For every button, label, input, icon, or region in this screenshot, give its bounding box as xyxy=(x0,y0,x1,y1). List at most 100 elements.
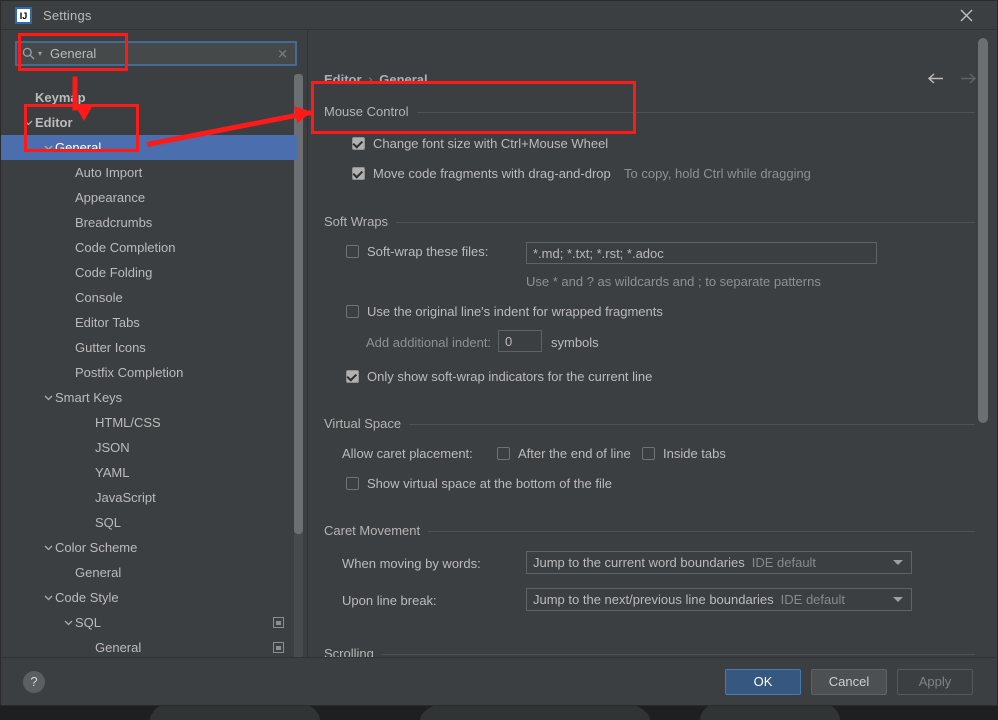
checkbox-label: Move code fragments with drag-and-drop xyxy=(373,166,611,181)
sidebar-item-label: JSON xyxy=(95,440,130,455)
footer-actions: OK Cancel Apply xyxy=(725,668,973,695)
sidebar-item-sql[interactable]: SQL xyxy=(1,610,307,635)
group-title: Mouse Control xyxy=(324,104,417,119)
sidebar-item-smart-keys[interactable]: Smart Keys xyxy=(1,385,307,410)
checkbox-icon[interactable] xyxy=(346,370,359,383)
group-title: Caret Movement xyxy=(324,523,429,538)
sidebar-item-keymap[interactable]: Keymap xyxy=(1,85,307,110)
sidebar-item-editor[interactable]: Editor xyxy=(1,110,307,135)
checkbox-icon[interactable] xyxy=(346,477,359,490)
sidebar-item-editor-tabs[interactable]: Editor Tabs xyxy=(1,310,307,335)
sidebar-item-general[interactable]: General xyxy=(1,635,307,657)
settings-dialog: IJ Settings ▾ General ✕ Keymap Editor Ge… xyxy=(0,0,998,706)
checkbox-icon[interactable] xyxy=(642,447,655,460)
sidebar-item-code-folding[interactable]: Code Folding xyxy=(1,260,307,285)
checkbox-icon[interactable] xyxy=(497,447,510,460)
sidebar-item-label: General xyxy=(55,140,102,155)
chevron-down-icon[interactable] xyxy=(41,393,55,402)
sidebar-item-breadcrumbs[interactable]: Breadcrumbs xyxy=(1,210,307,235)
checkbox-icon[interactable] xyxy=(352,167,365,180)
sidebar-item-appearance[interactable]: Appearance xyxy=(1,185,307,210)
search-input[interactable]: ▾ General ✕ xyxy=(15,41,297,66)
checkbox-icon[interactable] xyxy=(352,137,365,150)
content-scrollbar-thumb[interactable] xyxy=(978,38,988,423)
sidebar-item-sql[interactable]: SQL xyxy=(1,510,307,535)
chevron-down-icon[interactable] xyxy=(41,543,55,552)
sidebar-item-code-style[interactable]: Code Style xyxy=(1,585,307,610)
sidebar-item-code-completion[interactable]: Code Completion xyxy=(1,235,307,260)
symbols-label: symbols xyxy=(551,335,599,350)
group-divider xyxy=(324,654,975,655)
sidebar-item-label: YAML xyxy=(95,465,130,480)
ok-button[interactable]: OK xyxy=(725,668,801,695)
sidebar-item-label: Code Completion xyxy=(75,240,176,255)
sidebar-item-gutter-icons[interactable]: Gutter Icons xyxy=(1,335,307,360)
sidebar-item-html-css[interactable]: HTML/CSS xyxy=(1,410,307,435)
chevron-down-icon[interactable] xyxy=(41,143,55,152)
checkbox-move-code-fragments[interactable]: Move code fragments with drag-and-drop xyxy=(352,166,611,181)
apply-button[interactable]: Apply xyxy=(897,668,973,695)
sidebar-item-javascript[interactable]: JavaScript xyxy=(1,485,307,510)
sidebar-item-label: Breadcrumbs xyxy=(75,215,153,230)
chevron-down-icon[interactable] xyxy=(893,597,903,602)
sidebar-item-color-scheme[interactable]: Color Scheme xyxy=(1,535,307,560)
checkbox-show-virtual-space[interactable]: Show virtual space at the bottom of the … xyxy=(346,476,612,491)
sidebar-item-json[interactable]: JSON xyxy=(1,435,307,460)
additional-indent-value: 0 xyxy=(505,333,513,349)
scheme-scope-icon xyxy=(273,642,284,653)
sidebar-item-label: JavaScript xyxy=(95,490,156,505)
group-divider xyxy=(324,222,975,223)
checkbox-only-show-indicators[interactable]: Only show soft-wrap indicators for the c… xyxy=(346,369,652,384)
help-button[interactable]: ? xyxy=(23,670,45,693)
arrow-left-icon[interactable] xyxy=(927,72,944,85)
settings-sidebar: ▾ General ✕ Keymap Editor General Auto Impo… xyxy=(1,30,308,657)
search-dropdown-caret-icon[interactable]: ▾ xyxy=(38,49,42,58)
sidebar-item-label: Gutter Icons xyxy=(75,340,146,355)
breadcrumb: Editor › General xyxy=(324,72,428,87)
sidebar-item-label: HTML/CSS xyxy=(95,415,161,430)
upon-line-break-label: Upon line break: xyxy=(342,593,437,608)
select-value: Jump to the next/previous line boundarie… xyxy=(533,592,774,607)
sidebar-item-label: Keymap xyxy=(35,90,86,105)
checkbox-change-font-size[interactable]: Change font size with Ctrl+Mouse Wheel xyxy=(352,136,608,151)
chevron-down-icon[interactable] xyxy=(41,593,55,602)
sidebar-item-label: General xyxy=(75,565,122,580)
settings-detail-panel: Editor › General Mouse Control Change fo… xyxy=(308,30,997,657)
chevron-down-icon[interactable] xyxy=(21,118,35,127)
group-divider xyxy=(324,112,975,113)
sidebar-item-general[interactable]: General xyxy=(1,560,307,585)
breadcrumb-parent[interactable]: Editor xyxy=(324,72,362,87)
search-value: General xyxy=(50,46,97,61)
upon-line-break-select[interactable]: Jump to the next/previous line boundarie… xyxy=(526,588,912,611)
checkbox-icon[interactable] xyxy=(346,245,359,258)
chevron-down-icon[interactable] xyxy=(893,560,903,565)
checkbox-label: Inside tabs xyxy=(663,446,726,461)
sidebar-item-general[interactable]: General xyxy=(1,135,297,160)
group-title: Scrolling xyxy=(324,646,382,657)
checkbox-original-indent[interactable]: Use the original line's indent for wrapp… xyxy=(346,304,663,319)
clear-icon[interactable]: ✕ xyxy=(277,47,288,60)
sidebar-item-auto-import[interactable]: Auto Import xyxy=(1,160,307,185)
search-icon xyxy=(22,47,35,60)
sidebar-item-yaml[interactable]: YAML xyxy=(1,460,307,485)
arrow-right-icon[interactable] xyxy=(960,72,977,85)
group-title: Virtual Space xyxy=(324,416,410,431)
settings-tree[interactable]: Keymap Editor General Auto Import Appearance… xyxy=(1,74,307,657)
when-moving-by-words-select[interactable]: Jump to the current word boundaries IDE … xyxy=(526,551,912,574)
checkbox-after-end-of-line[interactable]: After the end of line xyxy=(497,446,631,461)
checkbox-soft-wrap-files[interactable]: Soft-wrap these files: xyxy=(346,244,488,259)
checkbox-inside-tabs[interactable]: Inside tabs xyxy=(642,446,726,461)
soft-wrap-files-input[interactable]: *.md; *.txt; *.rst; *.adoc xyxy=(526,242,877,264)
sidebar-item-label: SQL xyxy=(75,615,102,630)
sidebar-item-label: Editor xyxy=(35,115,73,130)
breadcrumb-current: General xyxy=(379,72,428,87)
sidebar-item-console[interactable]: Console xyxy=(1,285,307,310)
chevron-down-icon[interactable] xyxy=(61,618,75,627)
move-code-hint: To copy, hold Ctrl while dragging xyxy=(624,166,811,181)
soft-wrap-files-value: *.md; *.txt; *.rst; *.adoc xyxy=(533,245,664,261)
checkbox-icon[interactable] xyxy=(346,305,359,318)
cancel-button[interactable]: Cancel xyxy=(811,668,887,695)
sidebar-item-postfix-completion[interactable]: Postfix Completion xyxy=(1,360,307,385)
additional-indent-input[interactable]: 0 xyxy=(498,330,542,352)
close-icon[interactable] xyxy=(955,4,977,26)
